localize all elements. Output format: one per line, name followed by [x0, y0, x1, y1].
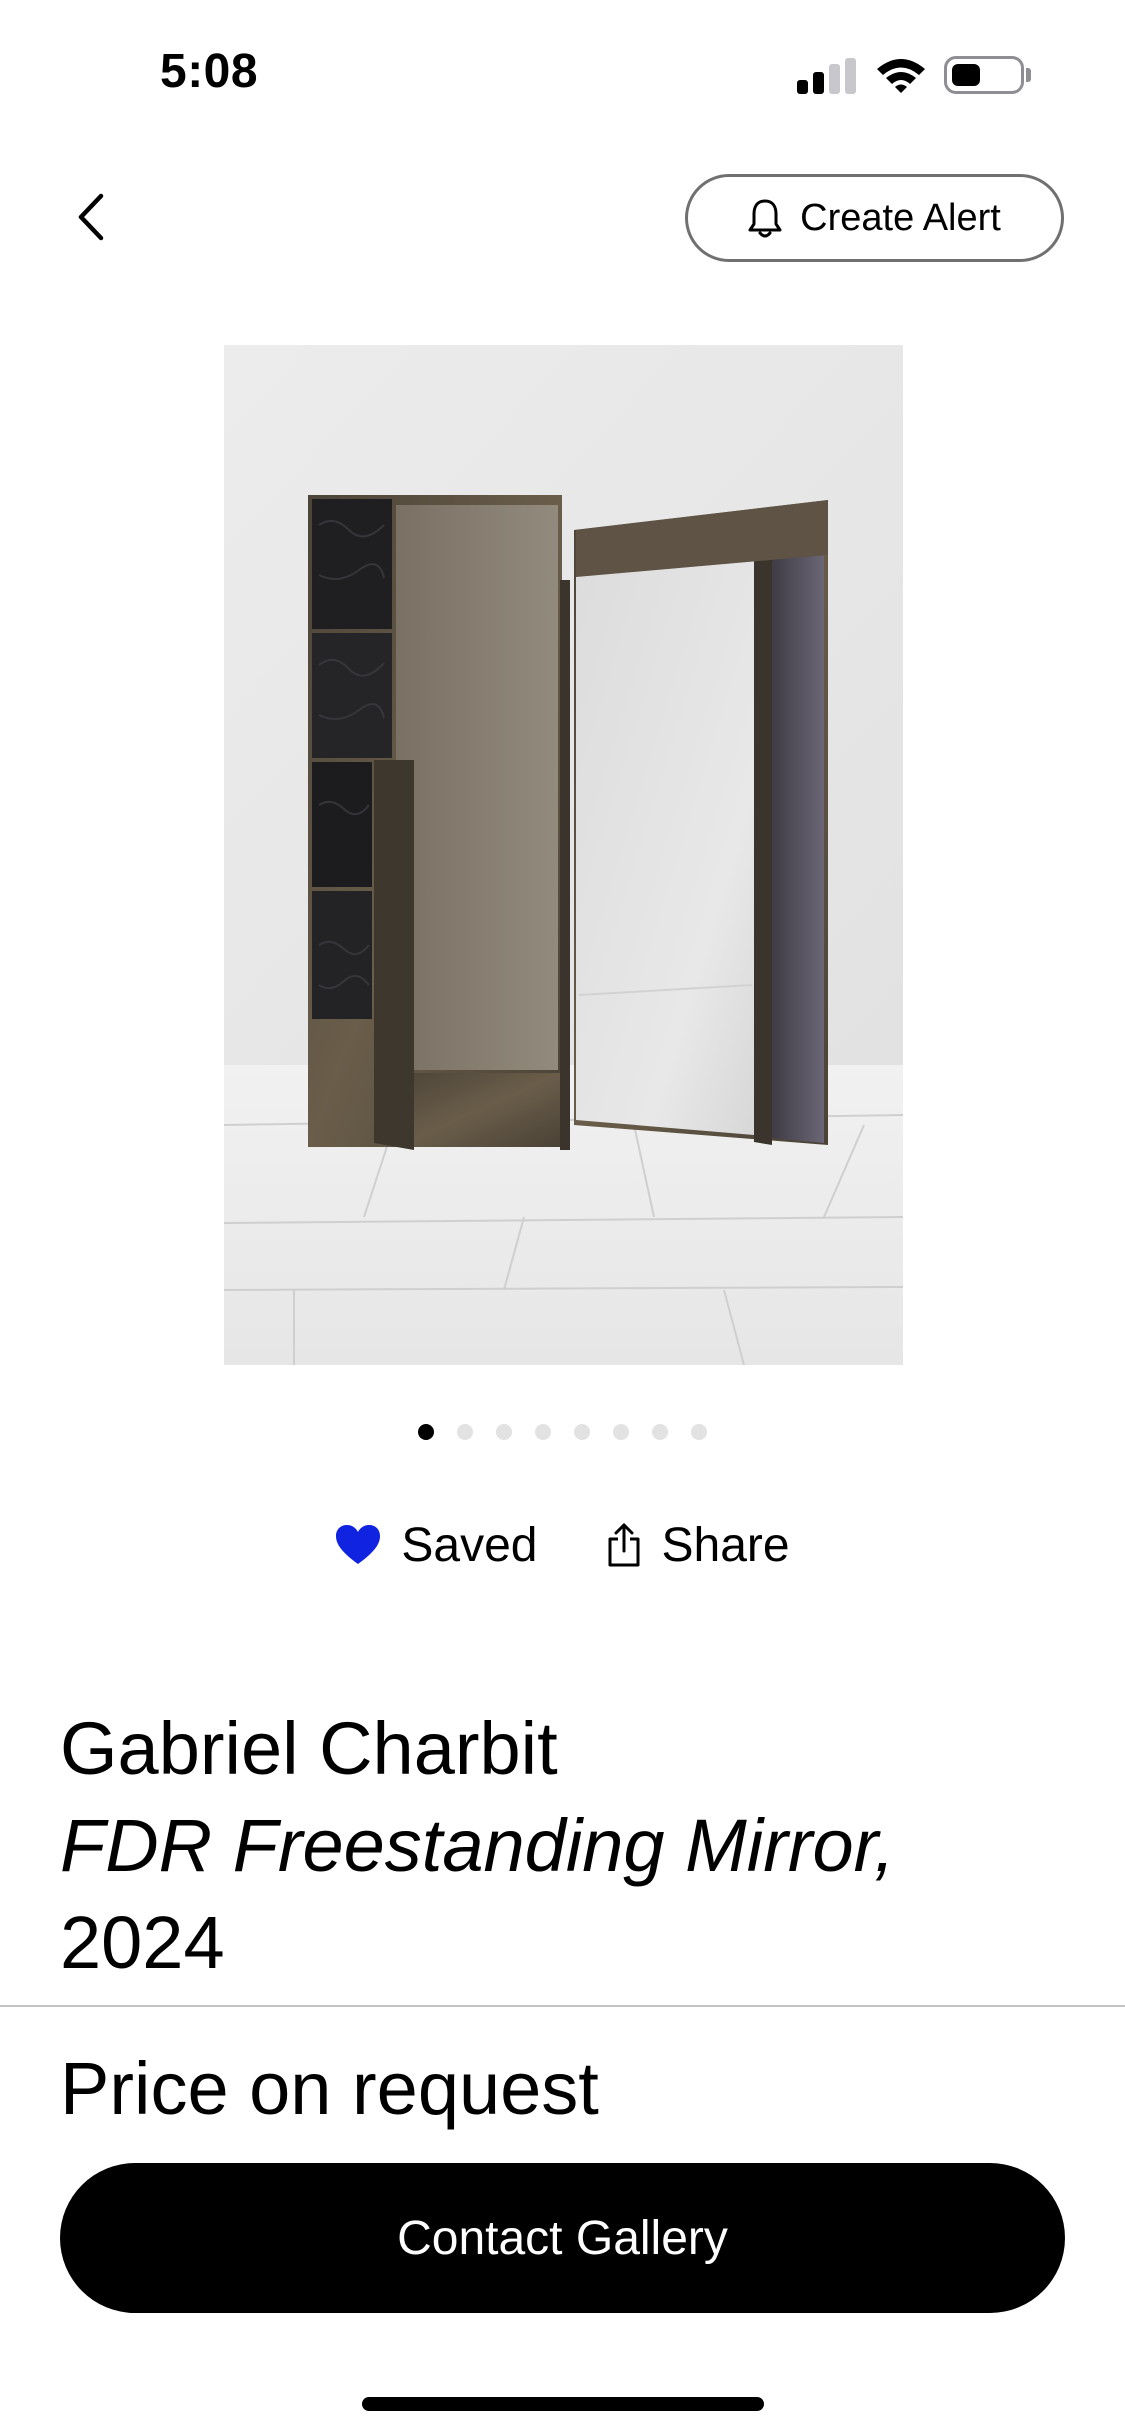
- battery-nub: [1026, 68, 1031, 82]
- cellular-signal-icon: [797, 58, 856, 94]
- home-indicator[interactable]: [362, 2397, 764, 2411]
- create-alert-button[interactable]: Create Alert: [685, 174, 1064, 262]
- carousel-dot[interactable]: [652, 1424, 668, 1440]
- share-icon: [608, 1523, 639, 1567]
- saved-label: Saved: [401, 1518, 538, 1572]
- carousel-dot[interactable]: [574, 1424, 590, 1440]
- artwork-actions: Saved Share: [0, 1510, 1125, 1580]
- carousel-pagination[interactable]: [0, 1424, 1125, 1444]
- wifi-icon: [877, 59, 925, 93]
- back-button[interactable]: [55, 182, 125, 252]
- divider: [0, 2005, 1125, 2007]
- share-button[interactable]: Share: [606, 1518, 790, 1573]
- create-alert-label: Create Alert: [800, 196, 1001, 239]
- carousel-dot[interactable]: [418, 1424, 434, 1440]
- carousel-dot[interactable]: [457, 1424, 473, 1440]
- artwork-title: FDR Freestanding Mirror,: [60, 1804, 895, 1887]
- artwork-year: 2024: [60, 1901, 225, 1984]
- chevron-left-icon: [78, 193, 104, 241]
- artist-name[interactable]: Gabriel Charbit: [60, 1700, 558, 1798]
- bell-icon: [748, 199, 782, 238]
- saved-button[interactable]: Saved: [335, 1518, 538, 1573]
- artwork-image[interactable]: [224, 345, 903, 1365]
- heart-filled-icon: [336, 1525, 381, 1564]
- carousel-dot[interactable]: [691, 1424, 707, 1440]
- battery-icon: [944, 56, 1024, 94]
- contact-gallery-label: Contact Gallery: [397, 2211, 728, 2265]
- carousel-dot[interactable]: [496, 1424, 512, 1440]
- status-time: 5:08: [160, 45, 259, 98]
- price-text: Price on request: [60, 2047, 599, 2130]
- contact-gallery-button[interactable]: Contact Gallery: [60, 2163, 1065, 2313]
- carousel-dot[interactable]: [613, 1424, 629, 1440]
- carousel-dot[interactable]: [535, 1424, 551, 1440]
- share-label: Share: [661, 1518, 790, 1572]
